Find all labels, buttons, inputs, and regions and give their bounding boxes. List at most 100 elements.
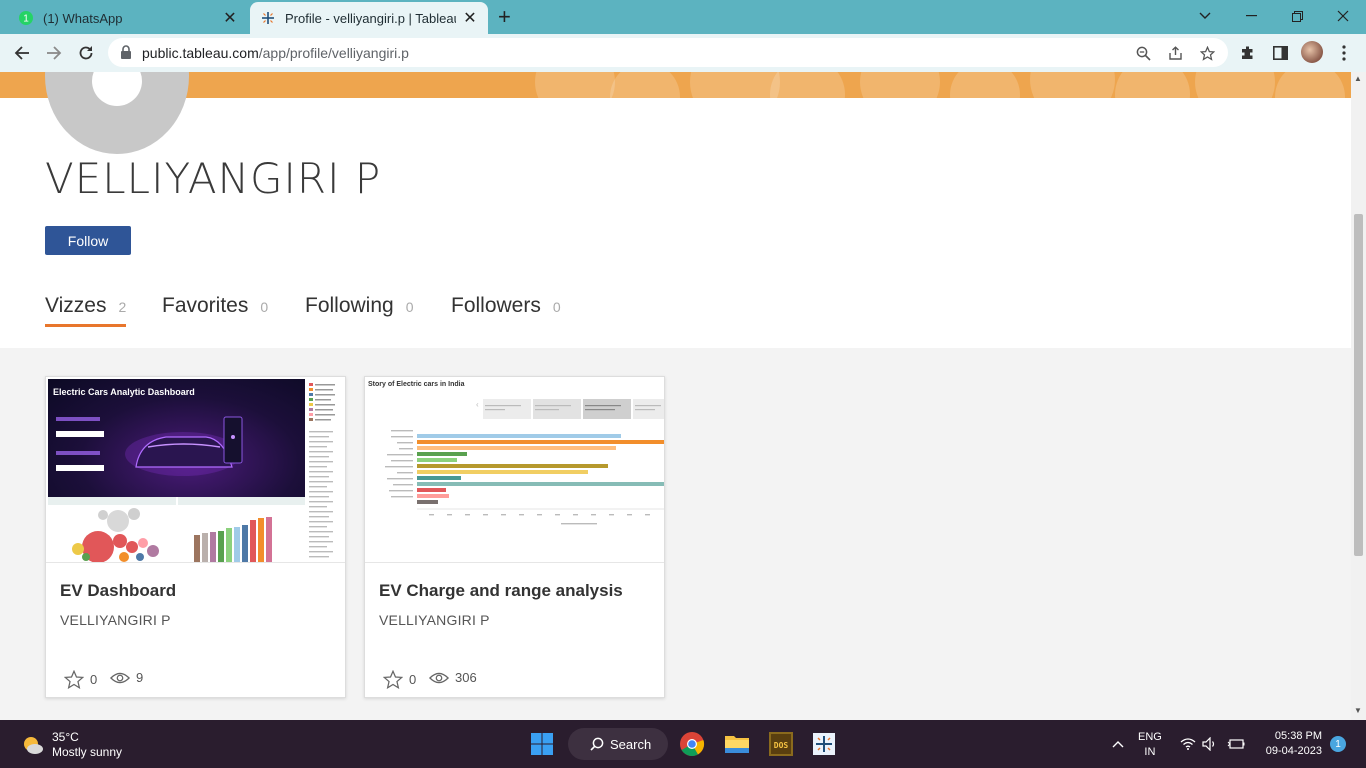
favorites-count: 0 (409, 672, 417, 687)
tab-label: Favorites (162, 294, 249, 317)
viz-title[interactable]: EV Dashboard (60, 581, 176, 601)
profile-banner (0, 72, 1351, 98)
tab-count: 0 (260, 299, 269, 315)
weather-condition: Mostly sunny (52, 745, 123, 759)
browser-tab-strip: 1 (1) WhatsApp ✕ Profile - velliyangiri.… (0, 0, 1366, 34)
close-tab-icon[interactable]: ✕ (462, 10, 478, 27)
back-button[interactable] (10, 41, 34, 65)
views-count: 9 (136, 670, 144, 685)
taskbar-search[interactable]: Search (568, 728, 668, 760)
scrollbar-thumb[interactable] (1354, 214, 1363, 556)
search-label: Search (610, 736, 652, 752)
show-hidden-icons[interactable] (1102, 728, 1134, 760)
language-indicator[interactable]: ENG IN (1138, 730, 1162, 760)
tab-count: 0 (405, 299, 414, 315)
tab-favorites[interactable]: Favorites 0 (162, 294, 268, 318)
file-explorer-icon[interactable] (721, 728, 753, 760)
tab-vizzes[interactable]: Vizzes 2 (45, 294, 127, 327)
profile-header: VELLIYANGIRI P Follow Vizzes 2 Favorites… (0, 72, 1351, 348)
eye-icon (429, 672, 449, 683)
svg-text:DOS: DOS (774, 741, 789, 750)
bookmark-star-icon[interactable] (1198, 44, 1216, 62)
minimize-button[interactable] (1228, 4, 1274, 28)
tab-label: Following (305, 294, 394, 317)
viz-card[interactable]: Story of Electric cars in India ‹ EV Cha… (364, 376, 665, 698)
windows-taskbar: 35°C Mostly sunny Search DOS ENG IN 05:3… (0, 720, 1366, 768)
favorites-count: 0 (90, 672, 98, 687)
follow-button[interactable]: Follow (45, 226, 131, 255)
viz-card[interactable]: Electric Cars Analytic Dashboard EV Dash… (45, 376, 346, 698)
search-icon (590, 737, 604, 751)
close-tab-icon[interactable]: ✕ (222, 10, 238, 27)
zoom-icon[interactable] (1134, 44, 1152, 62)
tab-search-icon[interactable] (1182, 4, 1228, 28)
favorites-stat[interactable]: 0 (64, 670, 97, 689)
chrome-taskbar-icon[interactable] (676, 728, 708, 760)
thumbnail-legend (307, 379, 343, 562)
profile-avatar-placeholder (45, 72, 189, 154)
profile-avatar[interactable] (1301, 41, 1323, 63)
new-tab-button[interactable]: + (498, 6, 511, 28)
restore-button[interactable] (1274, 4, 1320, 28)
tab-count: 2 (118, 299, 127, 315)
weather-sun-icon (24, 737, 43, 754)
forward-button[interactable] (42, 41, 66, 65)
start-button[interactable] (526, 728, 558, 760)
ev-car-illustration (56, 416, 243, 476)
star-icon (64, 670, 84, 689)
page-scrollbar[interactable]: ▲ ▼ (1351, 72, 1366, 720)
tab-tableau-profile[interactable]: Profile - velliyangiri.p | Tableau Pu ✕ (250, 2, 488, 34)
views-stat: 306 (429, 670, 477, 685)
clock-time: 05:38 PM (1274, 730, 1322, 742)
svg-text:‹: ‹ (476, 400, 479, 409)
tab-whatsapp[interactable]: 1 (1) WhatsApp ✕ (8, 2, 248, 34)
viz-author[interactable]: VELLIYANGIRI P (379, 612, 490, 628)
scroll-down-icon[interactable]: ▼ (1354, 706, 1362, 715)
tab-title: Profile - velliyangiri.p | Tableau Pu (285, 10, 456, 26)
browser-toolbar: public.tableau.com/app/profile/velliyang… (0, 34, 1366, 72)
views-count: 306 (455, 670, 477, 685)
volume-icon[interactable] (1200, 728, 1220, 760)
page-viewport: VELLIYANGIRI P Follow Vizzes 2 Favorites… (0, 72, 1351, 720)
thumbnail-charts (48, 497, 305, 562)
scroll-up-icon[interactable]: ▲ (1354, 74, 1362, 83)
viz-gallery: Electric Cars Analytic Dashboard EV Dash… (0, 348, 1351, 720)
viz-title[interactable]: EV Charge and range analysis (379, 581, 623, 601)
dosbox-icon[interactable]: DOS (765, 728, 797, 760)
eye-icon (110, 672, 130, 683)
star-icon (383, 670, 403, 689)
reload-button[interactable] (74, 41, 98, 65)
tab-label: Followers (451, 294, 541, 317)
tab-followers[interactable]: Followers 0 (451, 294, 561, 318)
thumbnail-bar-chart: ‹ (385, 399, 664, 525)
profile-name: VELLIYANGIRI P (45, 154, 382, 203)
address-bar[interactable]: public.tableau.com/app/profile/velliyang… (108, 38, 1228, 67)
share-icon[interactable] (1166, 44, 1184, 62)
views-stat: 9 (110, 670, 143, 685)
weather-widget[interactable]: 35°C Mostly sunny (20, 730, 122, 760)
clock[interactable]: 05:38 PM 09-04-2023 (1258, 729, 1322, 759)
viz-thumbnail[interactable]: Electric Cars Analytic Dashboard (46, 377, 345, 563)
battery-icon[interactable] (1226, 728, 1246, 760)
tableau-icon (262, 12, 274, 24)
tab-count: 0 (552, 299, 561, 315)
notification-badge[interactable]: 1 (1330, 736, 1346, 752)
side-panel-icon[interactable] (1270, 43, 1290, 63)
tab-label: Vizzes (45, 294, 107, 317)
tableau-taskbar-icon[interactable] (808, 728, 840, 760)
whatsapp-icon: 1 (19, 11, 33, 25)
url-text: public.tableau.com/app/profile/velliyang… (142, 45, 409, 61)
wifi-icon[interactable] (1178, 728, 1198, 760)
weather-temperature: 35°C (52, 730, 79, 744)
lock-icon (121, 45, 131, 59)
svg-text:1: 1 (23, 14, 29, 25)
extensions-icon[interactable] (1238, 43, 1258, 63)
viz-thumbnail[interactable]: Story of Electric cars in India ‹ (365, 377, 664, 563)
close-window-button[interactable] (1320, 4, 1366, 28)
viz-author[interactable]: VELLIYANGIRI P (60, 612, 171, 628)
tab-following[interactable]: Following 0 (305, 294, 414, 318)
clock-date: 09-04-2023 (1265, 745, 1322, 757)
tab-title: (1) WhatsApp (43, 10, 123, 26)
menu-icon[interactable] (1334, 43, 1354, 63)
favorites-stat[interactable]: 0 (383, 670, 416, 689)
